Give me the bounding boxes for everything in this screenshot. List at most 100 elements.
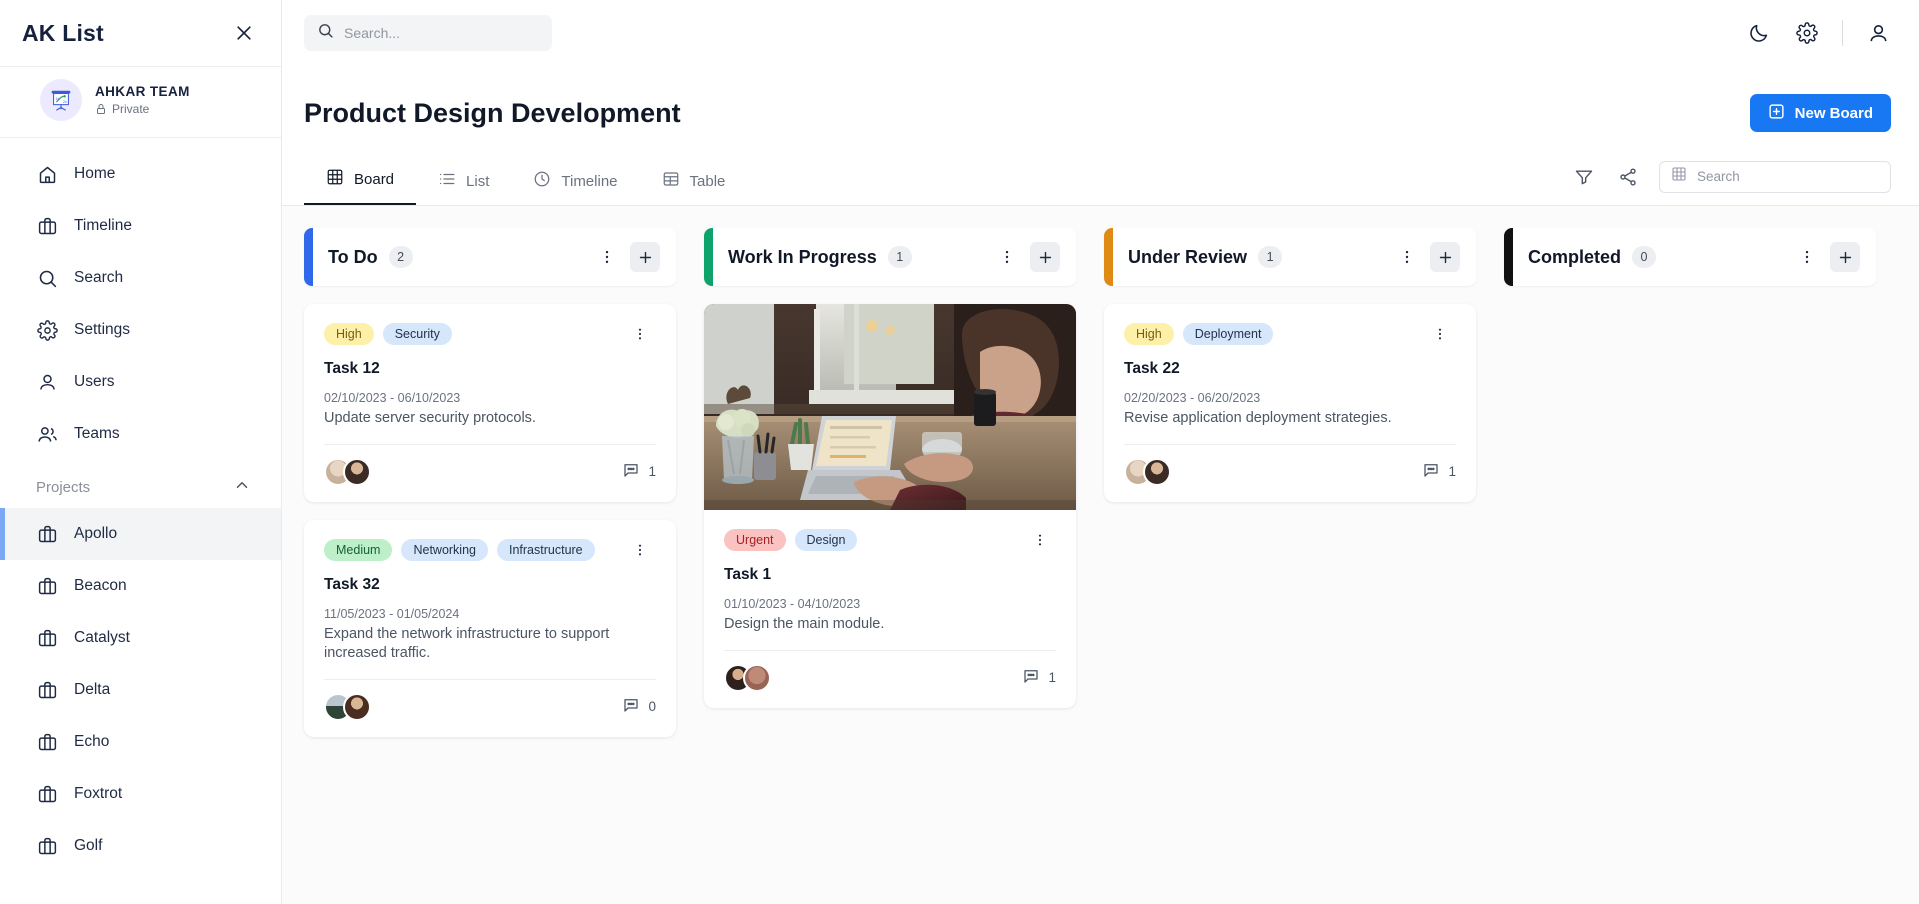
add-card-button[interactable] [630,242,660,272]
comment-count-label: 1 [1048,670,1056,686]
sidebar-item-settings[interactable]: Settings [0,304,281,356]
tab-timeline[interactable]: Timeline [511,156,639,205]
sidebar-item-timeline[interactable]: Timeline [0,200,281,252]
sidebar-section-projects[interactable]: Projects [0,460,281,508]
dots-vertical-icon[interactable] [1390,244,1424,270]
sidebar-item-delta[interactable]: Delta [0,664,281,716]
card-dates: 01/10/2023 - 04/10/2023 [724,597,861,611]
card-title: Task 1 [724,566,772,583]
tab-label: Table [689,172,726,190]
column-title: Work In Progress [728,246,877,267]
task-card[interactable]: High Deployment Task 22 02/20/2023 - 06/… [1104,304,1476,502]
card-footer: 0 [324,678,656,721]
app-logo: AK List [22,19,104,46]
sidebar-item-users[interactable]: Users [0,356,281,408]
category-tag[interactable]: Networking [401,538,488,561]
svg-text:2x: 2x [63,100,67,104]
task-card[interactable]: Urgent Design Task 1 01/10/2023 - 04/10/… [704,304,1076,708]
sidebar-item-label: Timeline [74,217,132,234]
comment-icon [622,696,640,717]
moon-icon[interactable] [1746,20,1772,46]
new-board-button[interactable]: New Board [1749,94,1891,132]
team-visibility: Private [95,102,190,116]
column-count: 1 [1258,246,1283,268]
sidebar-item-search[interactable]: Search [0,252,281,304]
sidebar-item-foxtrot[interactable]: Foxtrot [0,768,281,820]
priority-tag[interactable]: High [1124,323,1174,345]
gear-icon[interactable] [1794,20,1820,46]
team-card[interactable]: 1x 2x AHKAR TEAM Private [0,66,281,138]
dots-vertical-icon[interactable] [1024,528,1056,552]
sidebar-item-home[interactable]: Home [0,148,281,200]
team-logo-icon: 1x 2x [40,79,82,121]
briefcase-icon [36,783,58,805]
sidebar-item-teams[interactable]: Teams [0,408,281,460]
category-tag[interactable]: Infrastructure [497,538,595,561]
column-cards: High Security Task 12 02/10/2023 - 06/10… [304,304,676,737]
add-card-button[interactable] [1830,242,1860,272]
svg-text:1x: 1x [55,97,59,101]
tab-label: Board [354,170,395,188]
top-bar [282,0,1919,66]
dots-vertical-icon[interactable] [1424,322,1456,346]
comment-count[interactable]: 1 [622,461,656,482]
avatar [343,692,371,721]
column-accent-bar [704,228,713,286]
dots-vertical-icon[interactable] [624,538,656,562]
column-accent-bar [1504,228,1513,286]
priority-tag[interactable]: Medium [324,538,393,561]
sidebar-item-echo[interactable]: Echo [0,716,281,768]
global-search[interactable] [304,15,552,51]
column-title: Completed [1528,246,1622,267]
category-tag[interactable]: Design [794,529,858,551]
account-user-icon[interactable] [1865,20,1891,46]
assignee-avatars[interactable] [1124,457,1171,486]
comment-count[interactable]: 1 [1422,461,1456,482]
dots-vertical-icon[interactable] [1790,244,1824,270]
tab-label: List [466,172,490,190]
sidebar-item-apollo[interactable]: Apollo [0,508,281,560]
priority-tag[interactable]: High [324,323,374,345]
card-tags: Urgent Design [724,528,1056,552]
column-accent-bar [304,228,313,286]
task-card[interactable]: High Security Task 12 02/10/2023 - 06/10… [304,304,676,502]
card-footer: 1 [324,443,656,486]
dots-vertical-icon[interactable] [990,244,1024,270]
dots-vertical-icon[interactable] [624,322,656,346]
page-title: Product Design Development [304,97,681,128]
dots-vertical-icon[interactable] [590,244,624,270]
divider [1842,20,1843,46]
new-board-label: New Board [1794,104,1873,122]
tab-board[interactable]: Board [304,154,417,205]
comment-count[interactable]: 1 [1022,667,1056,688]
card-title: Task 32 [324,575,380,593]
assignee-avatars[interactable] [724,663,771,692]
search-input[interactable] [344,25,539,41]
priority-tag[interactable]: Urgent [724,529,786,551]
card-body: Urgent Design Task 1 01/10/2023 - 04/10/… [704,510,1076,708]
category-tag[interactable]: Security [382,323,452,345]
tab-table[interactable]: Table [640,156,748,205]
board-search-input[interactable] [1697,169,1879,184]
close-icon[interactable] [231,20,257,46]
sidebar-item-beacon[interactable]: Beacon [0,560,281,612]
sidebar-item-catalyst[interactable]: Catalyst [0,612,281,664]
task-card[interactable]: Medium Networking Infrastructure Task 32… [304,519,676,737]
add-card-button[interactable] [1430,242,1460,272]
sidebar-item-label: Home [74,165,116,182]
share-icon[interactable] [1615,164,1641,190]
column-title: Under Review [1128,246,1248,267]
filter-icon[interactable] [1571,164,1597,190]
assignee-avatars[interactable] [324,692,371,721]
chevron-up-icon[interactable] [233,476,251,498]
assignee-avatars[interactable] [324,457,371,486]
board-search[interactable] [1659,160,1891,193]
briefcase-icon [36,215,58,237]
comment-count[interactable]: 0 [622,696,656,717]
column-title: To Do [328,246,378,267]
tab-list[interactable]: List [416,156,511,205]
add-card-button[interactable] [1030,242,1060,272]
category-tag[interactable]: Deployment [1182,323,1274,345]
sidebar-item-golf[interactable]: Golf [0,820,281,872]
users-icon [36,423,58,445]
